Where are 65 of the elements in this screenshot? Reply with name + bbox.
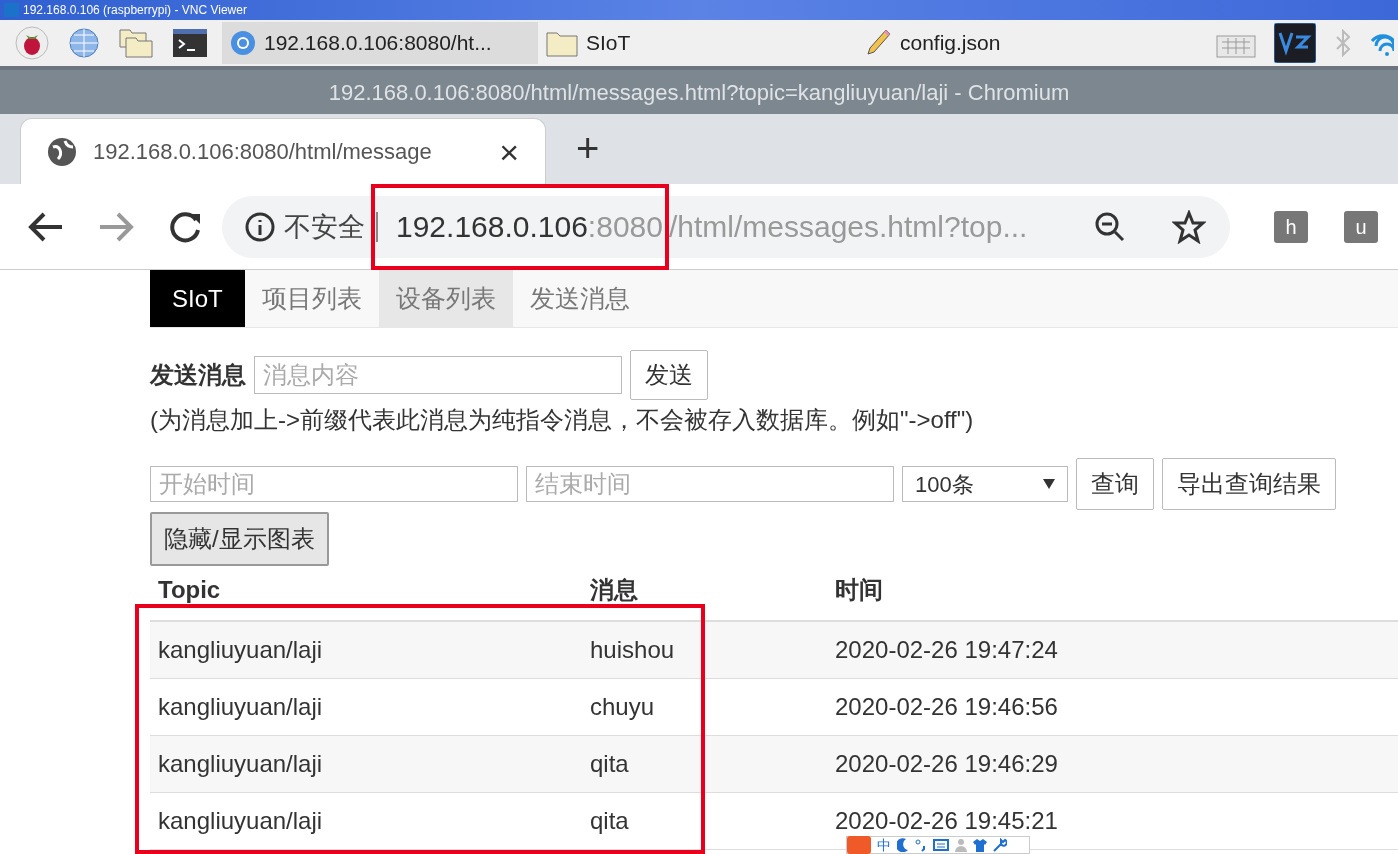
table-cell-text: 2020-02-26 19:46:29 bbox=[834, 749, 1058, 779]
close-tab-button[interactable]: × bbox=[499, 134, 519, 169]
column-header: 时间 bbox=[834, 575, 883, 605]
forward-icon[interactable] bbox=[98, 210, 134, 243]
query-button[interactable]: 查询 bbox=[1076, 458, 1154, 510]
table-cell-text: qita bbox=[589, 749, 630, 779]
column-header: 消息 bbox=[589, 575, 639, 605]
table-cell-text: chuyu bbox=[589, 692, 656, 722]
folder-icon bbox=[546, 29, 578, 57]
end-time-field[interactable]: 结束时间 bbox=[526, 466, 894, 502]
browser-title: 192.168.0.106:8080/html/messages.html?topic=kangliuyuan/laji - Chromium bbox=[328, 78, 1070, 107]
nav-tab[interactable]: 项目列表 bbox=[244, 270, 379, 327]
start-time-field[interactable]: 开始时间 bbox=[150, 466, 518, 502]
terminal-icon[interactable] bbox=[172, 28, 208, 58]
send-button[interactable]: 发送 bbox=[630, 350, 708, 400]
pencil-icon bbox=[866, 28, 892, 58]
new-tab-button[interactable]: + bbox=[576, 128, 600, 168]
brand-link[interactable]: SIoT bbox=[150, 270, 245, 327]
url-path-text: /html/messages.html?top... bbox=[668, 209, 1028, 245]
table-cell-text: 2020-02-26 19:47:24 bbox=[834, 635, 1058, 665]
toggle-chart-button[interactable]: 隐藏/显示图表 bbox=[150, 512, 329, 566]
reload-icon[interactable] bbox=[168, 209, 202, 244]
hint-text: (为消息加上->前缀代表此消息为纯指令消息，不会被存入数据库。例如"->off") bbox=[150, 405, 975, 435]
moon-icon[interactable] bbox=[897, 838, 909, 852]
globe-icon bbox=[47, 136, 77, 167]
caret-icon bbox=[1043, 479, 1055, 489]
table-cell-text: kangliuyuan/laji bbox=[157, 692, 324, 722]
send-label: 发送消息 bbox=[150, 360, 246, 390]
zoom-icon[interactable] bbox=[1094, 210, 1126, 243]
nav-tab[interactable]: 设备列表 bbox=[378, 270, 513, 327]
info-icon bbox=[244, 210, 276, 243]
security-label: 不安全 bbox=[284, 211, 365, 242]
table-cell-text: 2020-02-26 19:45:21 bbox=[834, 806, 1058, 836]
extension-button[interactable]: u bbox=[1344, 210, 1378, 243]
taskbar-button[interactable]: config.json bbox=[858, 22, 1158, 64]
table-cell-text: 2020-02-26 19:46:56 bbox=[834, 692, 1058, 722]
vnc-icon[interactable] bbox=[1274, 23, 1316, 63]
url-port-text: :8080 bbox=[587, 209, 663, 245]
table-cell-text: qita bbox=[589, 806, 630, 836]
browser-icon bbox=[230, 30, 256, 56]
wrench-icon[interactable] bbox=[993, 838, 1007, 852]
limit-select[interactable]: 100条 bbox=[902, 466, 1068, 502]
shirt-icon[interactable] bbox=[973, 838, 987, 852]
raspberry-icon[interactable] bbox=[14, 25, 50, 61]
tab-title: 192.168.0.106:8080/html/message bbox=[93, 138, 432, 166]
ime-mode[interactable]: 中 bbox=[877, 837, 891, 853]
message-field[interactable]: 消息内容 bbox=[254, 356, 622, 394]
keyboard-icon[interactable] bbox=[933, 839, 949, 851]
taskbar-button[interactable]: SIoT bbox=[538, 22, 858, 64]
url-host-text: 192.168.0.106 bbox=[396, 209, 588, 245]
export-button[interactable]: 导出查询结果 bbox=[1162, 458, 1336, 510]
table-cell-text: kangliuyuan/laji bbox=[157, 749, 324, 779]
nav-tab[interactable]: 发送消息 bbox=[512, 270, 647, 327]
taskbar-button[interactable]: 192.168.0.106:8080/ht... bbox=[222, 22, 538, 64]
window-title: 192.168.0.106 (raspberrypi) - VNC Viewer bbox=[23, 2, 247, 19]
table-cell-text: huishou bbox=[589, 635, 676, 665]
column-header: Topic bbox=[157, 575, 222, 605]
star-icon[interactable] bbox=[1172, 209, 1206, 244]
punctuation-icon[interactable] bbox=[915, 838, 927, 852]
extension-button[interactable]: h bbox=[1274, 210, 1308, 243]
back-icon[interactable] bbox=[28, 210, 64, 243]
browser-tab[interactable]: 192.168.0.106:8080/html/message × bbox=[20, 118, 546, 184]
table-cell-text: kangliuyuan/laji bbox=[157, 806, 324, 836]
globe-icon[interactable] bbox=[68, 27, 100, 59]
table-cell-text: kangliuyuan/laji bbox=[157, 635, 324, 665]
